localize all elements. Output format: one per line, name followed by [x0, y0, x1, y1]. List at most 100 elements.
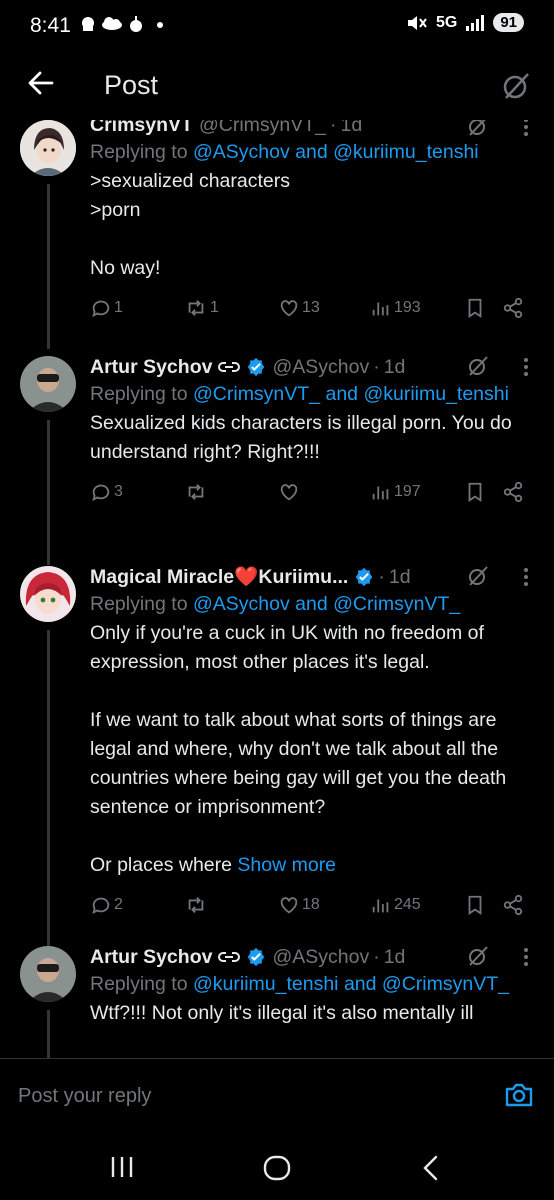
like-button[interactable] [278, 481, 300, 503]
share-icon [503, 481, 523, 503]
more-button[interactable] [522, 566, 530, 593]
mention-link[interactable]: @ASychov [193, 141, 290, 163]
mention-connector[interactable]: and [344, 973, 377, 995]
replying-to: Replying to @ASychov and @CrimsynVT_ [90, 590, 530, 619]
reply-button[interactable]: 3 [90, 481, 123, 503]
back-arrow-icon [28, 71, 54, 95]
author-handle[interactable]: @CrimsynVT_ [199, 120, 326, 137]
reply-count: 3 [114, 483, 123, 500]
grok-button[interactable] [466, 354, 490, 383]
post-time[interactable]: 1d [389, 566, 411, 589]
author-name[interactable]: Magical Miracle❤️Kuriimu... [90, 565, 348, 589]
like-icon [280, 300, 298, 317]
post-kuriimu[interactable]: Magical Miracle❤️Kuriimu... · 1d Replyin… [0, 556, 554, 946]
bookmark-button[interactable] [464, 894, 486, 916]
repost-button[interactable]: 1 [184, 297, 219, 319]
post-actions: 2 18 245 [90, 894, 530, 922]
repost-count: 1 [210, 299, 219, 316]
grok-button[interactable] [466, 944, 490, 973]
reply-input[interactable]: Post your reply [18, 1085, 151, 1108]
like-button[interactable]: 13 [278, 297, 320, 319]
view-count: 245 [394, 896, 421, 913]
show-more-link[interactable]: Show more [237, 854, 336, 876]
post-time[interactable]: 1d [384, 356, 406, 379]
reply-button[interactable]: 1 [90, 297, 123, 319]
mention-link[interactable]: @kuriimu_tenshi [333, 141, 479, 163]
author-handle[interactable]: @ASychov [272, 356, 369, 379]
repost-button[interactable] [184, 894, 208, 916]
like-button[interactable]: 18 [278, 894, 320, 916]
avatar[interactable] [20, 566, 76, 622]
thread-line [47, 1010, 50, 1058]
post-actions: 1 1 13 193 [90, 297, 530, 325]
signal-icon [466, 14, 485, 31]
view-count: 197 [394, 483, 421, 500]
battery-level: 91 [493, 13, 524, 32]
share-button[interactable] [502, 481, 524, 503]
recent-apps-icon [111, 1157, 133, 1177]
repost-icon [188, 484, 204, 500]
bookmark-button[interactable] [464, 481, 486, 503]
share-button[interactable] [502, 894, 524, 916]
post-actions: 3 197 [90, 481, 530, 509]
like-icon [280, 897, 298, 914]
reply-thread[interactable]: CrimsynVT @CrimsynVT_ · 1d Replying to @… [0, 120, 554, 1058]
author-name[interactable]: Artur Sychov [90, 356, 212, 379]
network-label: 5G [435, 13, 458, 31]
views-icon [372, 899, 389, 913]
share-button[interactable] [502, 297, 524, 319]
home-icon [263, 1155, 291, 1181]
views-button[interactable]: 193 [370, 297, 421, 319]
author-handle[interactable]: @ASychov [272, 946, 369, 969]
post-crimsyn[interactable]: CrimsynVT @CrimsynVT_ · 1d Replying to @… [0, 120, 554, 349]
more-button[interactable] [522, 946, 530, 973]
reply-button[interactable]: 2 [90, 894, 123, 916]
reply-count: 2 [114, 896, 123, 913]
views-button[interactable]: 245 [370, 894, 421, 916]
avatar[interactable] [20, 946, 76, 1002]
like-count: 13 [302, 299, 320, 316]
post-time[interactable]: 1d [384, 946, 406, 969]
verified-icon [248, 947, 265, 967]
post-time[interactable]: 1d [341, 120, 363, 137]
home-button[interactable] [262, 1154, 292, 1187]
grok-button[interactable] [466, 120, 490, 143]
avatar[interactable] [20, 356, 76, 412]
grok-button[interactable] [466, 564, 490, 593]
avatar[interactable] [20, 120, 76, 176]
avatar-image [20, 946, 76, 1002]
more-button[interactable] [522, 120, 530, 143]
camera-button[interactable] [504, 1081, 534, 1114]
more-button[interactable] [522, 356, 530, 383]
back-button[interactable] [26, 68, 56, 103]
thread-line [47, 184, 50, 349]
mention-link[interactable]: @CrimsynVT_ [382, 973, 509, 995]
mention-connector[interactable]: and [295, 593, 328, 615]
post-artur-1[interactable]: Artur Sychov @ASychov · 1d Replying to @… [0, 346, 554, 565]
reply-icon [92, 300, 110, 318]
views-icon [372, 486, 389, 500]
mention-link[interactable]: @CrimsynVT_ [333, 593, 460, 615]
author-name[interactable]: CrimsynVT [90, 120, 193, 137]
reply-icon [92, 484, 110, 502]
recent-apps-button[interactable] [108, 1154, 136, 1185]
mention-link[interactable]: @kuriimu_tenshi [363, 383, 509, 405]
repost-button[interactable] [184, 481, 208, 503]
grok-icon [469, 120, 486, 136]
author-name[interactable]: Artur Sychov [90, 946, 212, 969]
mute-icon [407, 15, 427, 30]
system-back-button[interactable] [420, 1154, 442, 1187]
notification-glyphs-icon [82, 16, 163, 32]
post-text: Only if you're a cuck in UK with no free… [90, 619, 530, 880]
mention-link[interactable]: @CrimsynVT_ [193, 383, 320, 405]
bookmark-button[interactable] [464, 297, 486, 319]
post-artur-2[interactable]: Artur Sychov @ASychov · 1d Replying to @… [0, 936, 554, 1058]
views-button[interactable]: 197 [370, 481, 421, 503]
grok-button[interactable] [500, 70, 532, 107]
mention-link[interactable]: @kuriimu_tenshi [193, 973, 339, 995]
mention-link[interactable]: @ASychov [193, 593, 290, 615]
link-badge-icon [218, 952, 241, 962]
mention-connector[interactable]: and [325, 383, 358, 405]
mention-connector[interactable]: and [295, 141, 328, 163]
grok-icon [469, 356, 488, 376]
